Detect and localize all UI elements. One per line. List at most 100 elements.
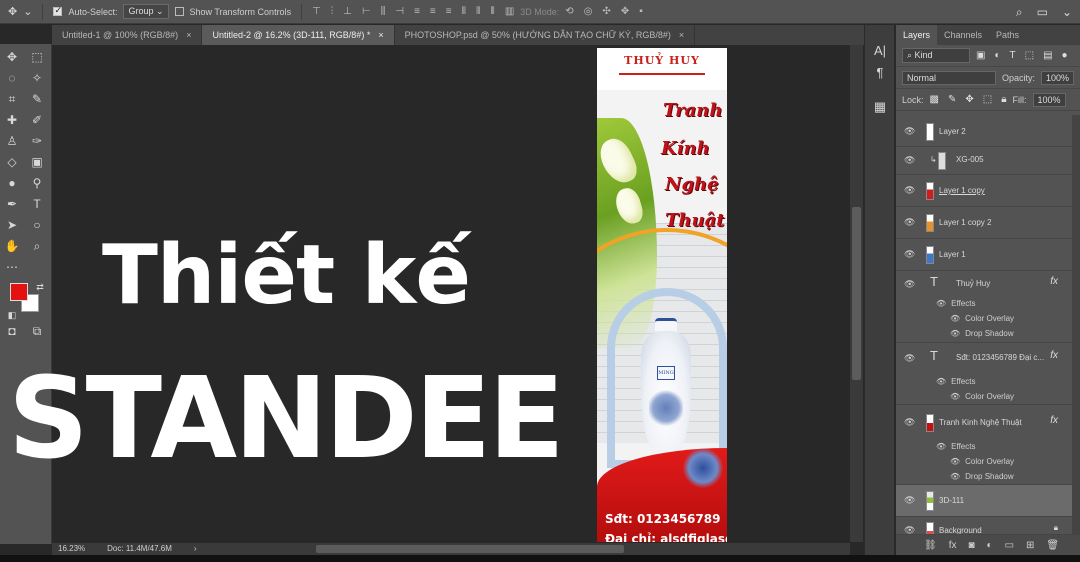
fx-menu-icon[interactable]: fx <box>949 540 957 551</box>
eye-icon[interactable]: 👁︎ <box>904 417 915 428</box>
screen-mode-icon[interactable]: ⧉ <box>27 322 47 340</box>
eye-icon[interactable]: 👁︎ <box>950 314 960 323</box>
delete-layer-icon[interactable]: 🗑︎ <box>1046 540 1059 551</box>
brush-icon[interactable]: ✐ <box>27 111 47 129</box>
tab-channels[interactable]: Channels <box>937 25 989 45</box>
filter-toggle-icon[interactable]: ● <box>1062 50 1068 61</box>
healing-icon[interactable]: ✚ <box>2 111 22 129</box>
eye-icon[interactable]: 👁︎ <box>904 353 915 364</box>
search-icon[interactable]: ⌕ <box>1016 5 1023 20</box>
lock-all-icon[interactable]: 🔒︎ <box>1001 94 1006 105</box>
3d-pan-icon[interactable]: ✣ <box>602 6 610 17</box>
3d-roll-icon[interactable]: ◎ <box>584 6 593 17</box>
tab-untitled-1[interactable]: Untitled-1 @ 100% (RGB/8#) × <box>52 25 203 45</box>
distribute-vcenter-icon[interactable]: ≡ <box>430 6 436 17</box>
lock-artboard-icon[interactable]: ⬚ <box>983 94 992 105</box>
lasso-icon[interactable]: ◌ <box>2 69 22 87</box>
eye-icon[interactable]: 👁︎ <box>936 299 946 308</box>
close-icon[interactable]: × <box>679 30 684 40</box>
character-panel-icon[interactable]: A| <box>873 43 887 58</box>
adjustment-filter-icon[interactable]: ◐ <box>994 50 1000 61</box>
effect-item[interactable]: 👁︎ Color Overlay <box>950 314 1014 323</box>
magic-wand-icon[interactable]: ✧ <box>27 69 47 87</box>
lock-image-icon[interactable]: ✎ <box>948 94 956 105</box>
properties-panel-icon[interactable]: ▦ <box>873 99 887 115</box>
eye-icon[interactable]: 👁︎ <box>950 472 960 481</box>
quick-mask-icon[interactable]: ◘ <box>2 322 22 340</box>
vertical-scrollbar[interactable] <box>850 45 863 542</box>
history-brush-icon[interactable]: ✑ <box>27 132 47 150</box>
layer-row[interactable]: 👁︎ T Sđt: 0123456789 Đại c... fx 👁︎ Effec… <box>896 343 1072 405</box>
close-icon[interactable]: × <box>186 30 191 40</box>
fill-input[interactable]: 100% <box>1032 92 1066 107</box>
eye-icon[interactable]: 👁︎ <box>904 525 915 534</box>
3d-orbit-icon[interactable]: ⟲ <box>565 6 573 17</box>
more-tools-icon[interactable]: ⋯ <box>2 258 22 276</box>
effects-group[interactable]: 👁︎ Effects <box>936 442 975 451</box>
eye-icon[interactable]: 👁︎ <box>904 249 915 260</box>
effect-item[interactable]: 👁︎ Drop Shadow <box>950 472 1014 481</box>
distribute-top-icon[interactable]: ≡ <box>414 6 420 17</box>
chevron-down-icon[interactable]: ⌄ <box>1062 5 1072 19</box>
tab-layers[interactable]: Layers <box>896 25 938 45</box>
eye-icon[interactable]: 👁︎ <box>904 495 915 506</box>
workspace-icon[interactable]: ▭ <box>1037 5 1048 19</box>
lock-position-icon[interactable]: ✥ <box>965 94 973 105</box>
effects-group[interactable]: 👁︎ Effects <box>936 299 975 308</box>
pen-icon[interactable]: ✒ <box>2 195 22 213</box>
hand-icon[interactable]: ✋ <box>2 237 22 255</box>
status-menu-arrow[interactable]: › <box>194 543 197 555</box>
align-top-icon[interactable]: ⊤ <box>312 6 321 17</box>
effect-item[interactable]: 👁︎ Drop Shadow <box>950 329 1014 338</box>
blend-mode-dropdown[interactable]: Normal <box>902 70 996 85</box>
new-layer-icon[interactable]: ⊞ <box>1026 540 1034 551</box>
paragraph-panel-icon[interactable]: ¶ <box>873 65 887 80</box>
lock-transparent-icon[interactable]: ▩ <box>930 94 939 105</box>
add-mask-icon[interactable]: ◙ <box>968 540 974 551</box>
layer-row[interactable]: 👁︎ ↳ XG-005 <box>896 147 1072 175</box>
auto-select-dropdown[interactable]: Group ⌄ <box>123 4 169 19</box>
tab-photoshop-psd[interactable]: PHOTOSHOP.psd @ 50% (HƯỚNG DẪN TẠO CHỮ K… <box>395 25 696 45</box>
eyedropper-icon[interactable]: ✎ <box>27 90 47 108</box>
swap-colors-icon[interactable]: ⇄ <box>30 278 50 296</box>
eye-icon[interactable]: 👁︎ <box>904 217 915 228</box>
image-filter-icon[interactable]: ▣ <box>976 50 985 61</box>
eye-icon[interactable]: 👁︎ <box>904 155 915 166</box>
layer-row[interactable]: 👁︎ Layer 1 copy <box>896 175 1072 207</box>
eye-icon[interactable]: 👁︎ <box>950 392 960 401</box>
foreground-color-swatch[interactable] <box>10 283 28 301</box>
tab-paths[interactable]: Paths <box>989 25 1026 45</box>
distribute-left-icon[interactable]: ⦀ <box>462 6 466 17</box>
move-tool-icon[interactable]: ✥ <box>8 5 17 18</box>
gradient-icon[interactable]: ▣ <box>27 153 47 171</box>
eye-icon[interactable]: 👁︎ <box>950 329 960 338</box>
layer-row[interactable]: 👁︎ Layer 1 copy 2 <box>896 207 1072 239</box>
align-left-icon[interactable]: ⊢ <box>362 6 371 17</box>
eye-icon[interactable]: 👁︎ <box>904 279 915 290</box>
close-icon[interactable]: × <box>378 30 383 40</box>
distribute-bottom-icon[interactable]: ≡ <box>446 6 452 17</box>
layer-row[interactable]: 👁︎ Layer 1 <box>896 239 1072 271</box>
layer-row[interactable]: 👁︎ Tranh Kinh Nghệ Thuật fx 👁︎ Effects 👁︎… <box>896 405 1072 485</box>
align-right-icon[interactable]: ⊣ <box>395 6 404 17</box>
eye-icon[interactable]: 👁︎ <box>936 377 946 386</box>
zoom-icon[interactable]: ⌕ <box>27 237 47 255</box>
smart-object-filter-icon[interactable]: ▤ <box>1043 50 1052 61</box>
align-bottom-icon[interactable]: ⊥ <box>343 6 352 17</box>
chevron-down-icon[interactable]: ⌄ <box>23 5 32 18</box>
distribute-right-icon[interactable]: ⦀ <box>490 6 494 17</box>
show-transform-checkbox[interactable] <box>174 7 184 16</box>
zoom-level[interactable]: 16.23% <box>58 543 85 555</box>
eraser-icon[interactable]: ◇ <box>2 153 22 171</box>
effects-group[interactable]: 👁︎ Effects <box>936 377 975 386</box>
blur-icon[interactable]: ● <box>2 174 22 192</box>
layer-row[interactable]: 👁︎ Layer 2 <box>896 117 1072 147</box>
opacity-input[interactable]: 100% <box>1040 70 1074 85</box>
tab-untitled-2[interactable]: Untitled-2 @ 16.2% (3D-111, RGB/8#) * × <box>202 25 395 45</box>
fx-icon[interactable]: fx <box>1050 276 1058 287</box>
layer-row-selected[interactable]: 👁︎ 3D-111 <box>896 485 1072 517</box>
type-filter-icon[interactable]: T <box>1010 50 1016 61</box>
layers-scrollbar[interactable] <box>1072 115 1080 535</box>
stamp-icon[interactable]: ♙ <box>2 132 22 150</box>
3d-scale-icon[interactable]: ▪ <box>639 6 643 17</box>
